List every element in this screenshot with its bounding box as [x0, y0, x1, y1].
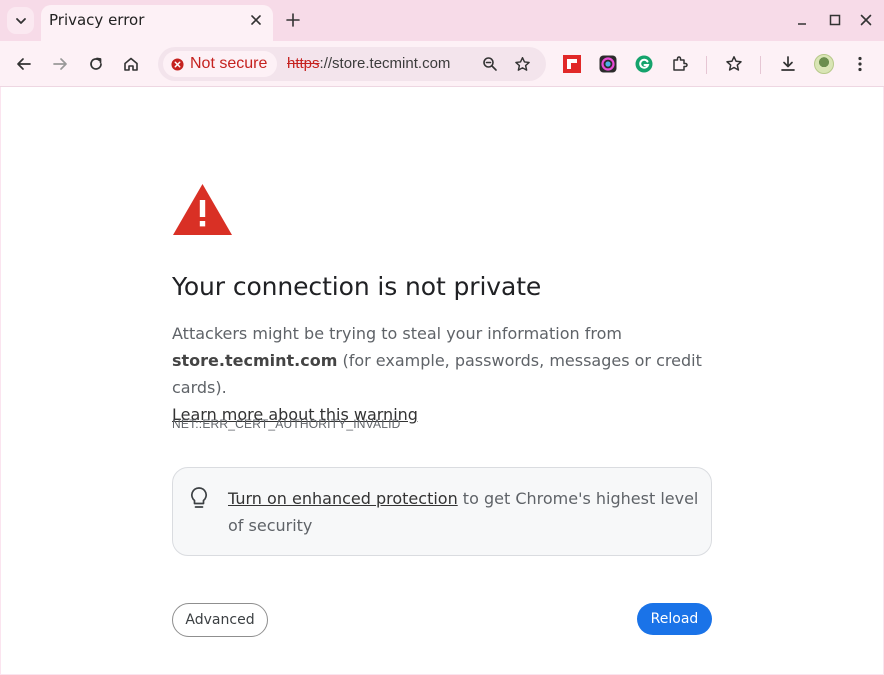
back-button[interactable] — [12, 52, 36, 76]
url-scheme: https — [287, 55, 320, 72]
close-window-button[interactable] — [857, 11, 875, 29]
new-tab-button[interactable] — [283, 10, 303, 30]
advanced-button[interactable]: Advanced — [172, 603, 268, 637]
zoom-button[interactable] — [480, 54, 500, 74]
lightbulb-icon — [190, 487, 208, 508]
toolbar-separator — [760, 56, 761, 74]
minimize-button[interactable] — [793, 11, 811, 29]
close-tab-icon[interactable] — [247, 11, 265, 29]
chevron-down-icon — [15, 17, 26, 24]
flipboard-extension[interactable] — [561, 53, 583, 75]
toolbar-separator — [706, 56, 707, 74]
reload-icon — [90, 57, 102, 70]
star-icon — [514, 56, 530, 71]
grammarly-icon — [635, 55, 653, 73]
enhanced-protection-link[interactable]: Turn on enhanced protection — [228, 489, 458, 508]
site-host: store.tecmint.com — [172, 351, 338, 370]
grammarly-extension[interactable] — [633, 53, 655, 75]
url-text[interactable]: https://store.tecmint.com — [287, 55, 450, 72]
toolbar: Not secure https://store.tecmint.com — [0, 41, 884, 87]
flipboard-icon — [563, 55, 581, 73]
tab-strip: Privacy error — [0, 0, 884, 41]
error-code: NET::ERR_CERT_AUTHORITY_INVALID — [172, 417, 401, 431]
security-chip[interactable]: Not secure — [163, 51, 277, 77]
enhanced-protection-text: Turn on enhanced protection to get Chrom… — [228, 485, 703, 539]
close-icon — [860, 14, 872, 26]
download-button[interactable] — [777, 53, 799, 75]
reading-list-button[interactable] — [723, 53, 745, 75]
home-button[interactable] — [119, 52, 143, 76]
more-vert-icon — [858, 56, 862, 72]
maximize-icon — [829, 14, 841, 26]
warning-description: Attackers might be trying to steal your … — [172, 320, 732, 428]
tab-search-button[interactable] — [7, 7, 34, 34]
profile-avatar[interactable] — [814, 54, 834, 74]
tab-title: Privacy error — [49, 11, 145, 29]
omnibox[interactable]: Not secure https://store.tecmint.com — [158, 47, 546, 81]
reload-page-button[interactable]: Reload — [637, 603, 712, 635]
forward-arrow-icon — [53, 58, 67, 70]
reload-button[interactable] — [84, 52, 108, 76]
bookmarks-star-icon — [726, 56, 742, 71]
zoom-icon — [483, 57, 497, 71]
security-chip-label: Not secure — [190, 55, 268, 72]
tab-privacy-error[interactable]: Privacy error — [41, 5, 273, 41]
not-secure-icon — [171, 57, 184, 71]
interstitial-page: Your connection is not private Attackers… — [1, 87, 883, 674]
page-title: Your connection is not private — [172, 272, 542, 301]
download-icon — [781, 56, 795, 71]
bookmark-button[interactable] — [512, 54, 532, 74]
back-arrow-icon — [17, 58, 31, 70]
puzzle-icon — [673, 56, 688, 71]
enhanced-protection-box: Turn on enhanced protection to get Chrom… — [172, 467, 712, 556]
color-picker-extension[interactable] — [597, 53, 619, 75]
extensions-button[interactable] — [669, 53, 691, 75]
warning-icon — [173, 184, 232, 235]
url-host: ://store.tecmint.com — [319, 55, 451, 72]
forward-button[interactable] — [48, 52, 72, 76]
menu-button[interactable] — [849, 53, 871, 75]
maximize-button[interactable] — [826, 11, 844, 29]
minimize-icon — [798, 23, 806, 25]
warning-intro-text: Attackers might be trying to steal your … — [172, 324, 622, 343]
color-picker-icon — [599, 55, 617, 73]
home-icon — [124, 57, 138, 71]
plus-icon — [286, 13, 300, 27]
